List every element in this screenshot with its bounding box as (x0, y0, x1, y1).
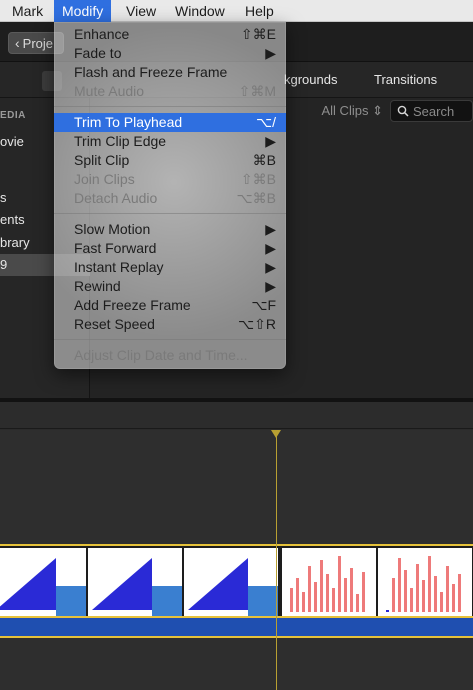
submenu-arrow-icon: ▶ (265, 45, 276, 61)
menu-item-detach-audio: Detach Audio ⌥⌘B (74, 190, 276, 206)
submenu-arrow-icon: ▶ (265, 133, 276, 149)
audio-track[interactable] (0, 618, 473, 638)
menu-item-reset-speed[interactable]: Reset Speed ⌥⇧R (54, 315, 286, 334)
menu-modify[interactable]: Modify (54, 0, 112, 22)
clip-frame (378, 548, 472, 616)
clip-frame (0, 548, 86, 616)
submenu-arrow-icon: ▶ (265, 221, 276, 237)
chevron-left-icon: ‹ (15, 35, 20, 51)
submenu-arrow-icon: ▶ (265, 259, 276, 275)
chart-thumbnail-red (386, 556, 461, 612)
menu-item-adjust-clip-date: Adjust Clip Date and Time... (74, 347, 248, 363)
menu-item-trim-clip-edge[interactable]: Trim Clip Edge ▶ (54, 132, 286, 151)
menu-mark[interactable]: Mark (4, 0, 51, 22)
search-field[interactable] (390, 100, 473, 122)
menu-item-instant-replay[interactable]: Instant Replay ▶ (54, 258, 286, 277)
menu-item-split-clip[interactable]: Split Clip ⌘B (54, 151, 286, 170)
menu-help[interactable]: Help (237, 0, 282, 22)
menu-item-join-clips: Join Clips ⇧⌘B (74, 171, 276, 187)
menu-bar: Mark Modify View Window Help (0, 0, 473, 22)
timeline-toolbar (0, 402, 473, 429)
clip-frame (282, 548, 376, 616)
playhead-line[interactable] (276, 432, 277, 690)
chart-thumbnail-blue (92, 558, 182, 616)
sidebar-heading: EDIA (0, 110, 26, 121)
all-clips-label: All Clips (321, 103, 369, 118)
tab-transitions[interactable]: Transitions (374, 72, 437, 87)
menu-item-fast-forward[interactable]: Fast Forward ▶ (54, 239, 286, 258)
menu-item-mute-audio: Mute Audio ⇧⌘M (74, 83, 276, 99)
menu-separator (54, 106, 286, 107)
all-clips-filter[interactable]: All Clips ⇕ (322, 103, 384, 119)
menu-separator (54, 339, 286, 340)
updown-chevron-icon: ⇕ (372, 103, 383, 118)
menu-item-slow-motion[interactable]: Slow Motion ▶ (54, 220, 286, 239)
chart-thumbnail-blue (0, 558, 86, 616)
menu-view[interactable]: View (118, 0, 164, 22)
search-input[interactable] (413, 103, 471, 119)
projects-back-label: Proje (22, 36, 54, 51)
submenu-arrow-icon: ▶ (265, 240, 276, 256)
menu-item-flash-freeze[interactable]: Flash and Freeze Frame (54, 63, 286, 82)
menu-item-rewind[interactable]: Rewind ▶ (54, 277, 286, 296)
menu-window[interactable]: Window (167, 0, 233, 22)
clip-frame (88, 548, 182, 616)
playhead-marker-icon[interactable] (271, 430, 281, 438)
search-icon (397, 105, 409, 117)
clip-frame (184, 548, 278, 616)
chart-thumbnail-red (290, 556, 365, 612)
submenu-arrow-icon: ▶ (265, 278, 276, 294)
chart-thumbnail-blue (188, 558, 278, 616)
menu-item-trim-to-playhead[interactable]: Trim To Playhead ⌥/ (54, 113, 286, 132)
tab-backgrounds[interactable]: kgrounds (284, 72, 337, 87)
menu-item-enhance[interactable]: Enhance ⇧⌘E (54, 25, 286, 44)
menu-separator (54, 213, 286, 214)
menu-item-fade-to[interactable]: Fade to ▶ (54, 44, 286, 63)
video-clip-strip[interactable] (0, 544, 473, 618)
menu-item-add-freeze-frame[interactable]: Add Freeze Frame ⌥F (54, 296, 286, 315)
